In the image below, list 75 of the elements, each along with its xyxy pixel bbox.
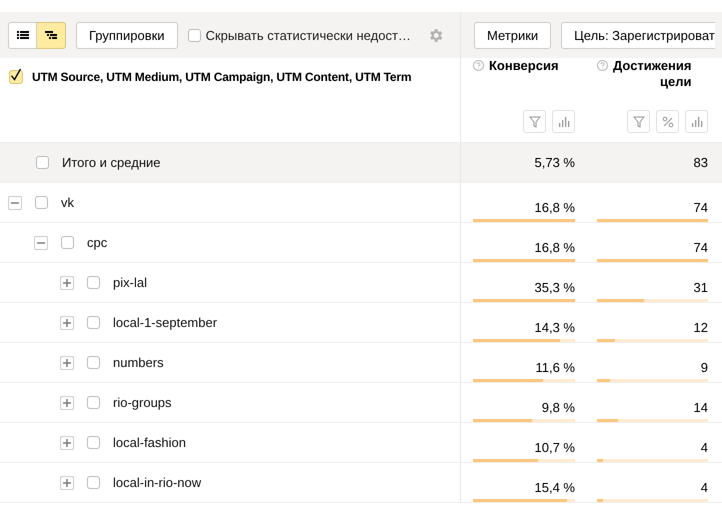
- table-cell: cpc: [87, 235, 108, 250]
- percent-icon: [662, 116, 674, 128]
- bar-chart-icon: [558, 116, 570, 126]
- checkbox[interactable]: [35, 196, 48, 209]
- table-cell: Итого и средние: [62, 155, 160, 170]
- expand-button[interactable]: [60, 356, 74, 370]
- list-icon: [16, 30, 28, 40]
- table-cell: local-fashion: [113, 435, 186, 450]
- table-cell: 16,8 %: [534, 240, 575, 255]
- table-cell: 14: [694, 400, 708, 415]
- collapse-button[interactable]: [34, 236, 48, 250]
- chart-button[interactable]: [685, 110, 708, 133]
- expand-button[interactable]: [60, 436, 74, 450]
- checkbox[interactable]: [61, 236, 74, 249]
- expand-button[interactable]: [60, 396, 74, 410]
- table-cell: 12: [694, 320, 708, 335]
- checkbox[interactable]: [188, 28, 201, 42]
- checkbox[interactable]: [87, 476, 100, 489]
- table-cell: 5,73 %: [534, 155, 575, 170]
- table-cell: local-1-september: [113, 315, 218, 330]
- table-cell: 74: [694, 240, 708, 255]
- groupings-button[interactable]: Группировки: [76, 22, 178, 48]
- table-cell: vk: [61, 195, 74, 210]
- table-cell: numbers: [113, 355, 164, 370]
- table-cell: local-in-rio-now: [113, 475, 202, 490]
- bar-chart-icon: [690, 116, 702, 126]
- expand-button[interactable]: [60, 476, 74, 490]
- table-cell: 15,4 %: [534, 480, 575, 495]
- list-view-button[interactable]: [8, 22, 37, 48]
- plus-icon: [63, 478, 71, 486]
- checkbox[interactable]: [87, 316, 100, 329]
- table-cell: 83: [694, 155, 708, 170]
- table-cell: 35,3 %: [534, 280, 575, 295]
- table-cell: 9: [700, 360, 708, 375]
- checkbox-label: Скрывать статистически недост…: [206, 28, 411, 42]
- filter-button[interactable]: [523, 110, 546, 133]
- filter-icon: [632, 116, 644, 128]
- checkbox[interactable]: [36, 156, 49, 169]
- plus-icon: [63, 398, 71, 406]
- checkbox[interactable]: [87, 436, 100, 449]
- plus-icon: [63, 358, 71, 366]
- expand-button[interactable]: [60, 316, 74, 330]
- checkbox[interactable]: [9, 70, 23, 84]
- table-cell: 74: [694, 200, 708, 215]
- table-cell: pix-lal: [113, 275, 147, 290]
- table-cell: 31: [694, 280, 708, 295]
- help-icon[interactable]: [473, 60, 484, 71]
- plus-icon: [63, 278, 71, 286]
- table-cell: 4: [700, 440, 708, 455]
- goal-dropdown[interactable]: Цель: Зарегистрироват: [561, 22, 715, 48]
- metrics-button[interactable]: Метрики: [474, 22, 552, 48]
- table-cell: 11,6 %: [535, 360, 575, 375]
- table-cell: 4: [700, 480, 708, 495]
- filter-button[interactable]: [627, 110, 650, 133]
- column-header: UTM Source, UTM Medium, UTM Campaign, UTM Content, UTM Term: [32, 70, 412, 84]
- column-header: Достижения цели: [613, 58, 692, 90]
- percent-button[interactable]: [656, 110, 679, 133]
- table-cell: 14,3 %: [534, 320, 575, 335]
- collapse-button[interactable]: [8, 196, 22, 210]
- table-cell: 10,7 %: [534, 440, 575, 455]
- plus-icon: [63, 438, 71, 446]
- expand-button[interactable]: [60, 276, 74, 290]
- plus-icon: [63, 318, 71, 326]
- checkbox[interactable]: [87, 396, 100, 409]
- table-cell: 9,8 %: [542, 400, 575, 415]
- tree-icon: [45, 30, 57, 40]
- table-cell: 16,8 %: [534, 200, 575, 215]
- help-icon[interactable]: [597, 60, 608, 71]
- checkbox[interactable]: [87, 356, 100, 369]
- filter-icon: [528, 116, 540, 128]
- chart-button[interactable]: [552, 110, 575, 133]
- table-cell: rio-groups: [113, 395, 172, 410]
- tree-view-button[interactable]: [37, 22, 66, 48]
- checkbox[interactable]: [87, 276, 100, 289]
- column-header: Конверсия: [489, 58, 559, 74]
